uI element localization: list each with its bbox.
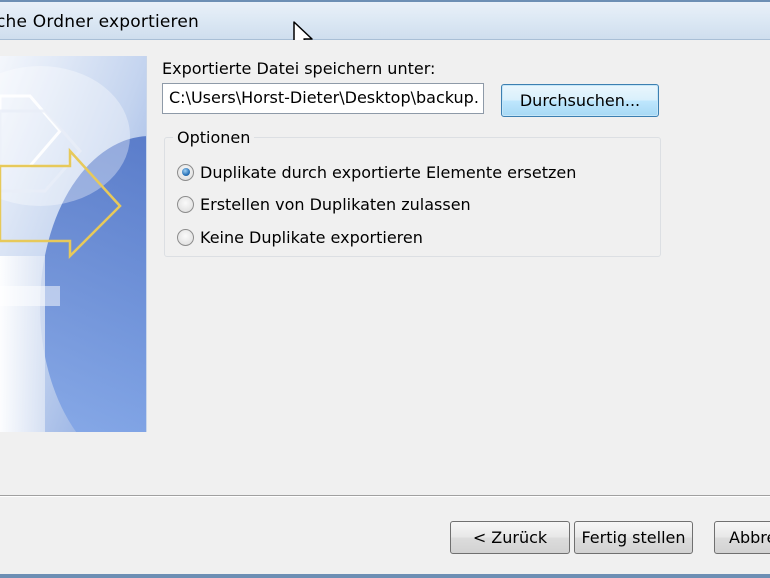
radio-button[interactable] [177,195,194,213]
wizard-banner-image [0,56,147,432]
radio-no-duplicates[interactable]: Keine Duplikate exportieren [177,225,423,249]
radio-button-selected[interactable] [177,163,194,181]
dialog-body: Exportierte Datei speichern unter: C:\Us… [0,40,770,575]
cancel-button[interactable]: Abbre [714,521,770,554]
options-legend: Optionen [173,128,255,147]
footer-separator [0,495,770,497]
radio-label: Duplikate durch exportierte Elemente ers… [200,162,577,182]
radio-label: Keine Duplikate exportieren [200,227,423,247]
browse-button[interactable]: Durchsuchen... [501,84,659,117]
save-path-label: Exportierte Datei speichern unter: [162,59,436,78]
radio-allow-duplicates[interactable]: Erstellen von Duplikaten zulassen [177,192,471,216]
radio-label: Erstellen von Duplikaten zulassen [200,194,471,214]
finish-button[interactable]: Fertig stellen [574,521,693,554]
window-title: che Ordner exportieren [0,12,199,32]
options-group: Optionen Duplikate durch exportierte Ele… [164,128,661,257]
radio-replace-duplicates[interactable]: Duplikate durch exportierte Elemente ers… [177,160,576,184]
back-button[interactable]: < Zurück [450,521,570,554]
title-bar[interactable]: che Ordner exportieren [0,0,770,40]
window-frame-bottom [0,574,770,578]
radio-button[interactable] [177,228,194,246]
export-path-input[interactable]: C:\Users\Horst-Dieter\Desktop\backup. [162,83,484,114]
